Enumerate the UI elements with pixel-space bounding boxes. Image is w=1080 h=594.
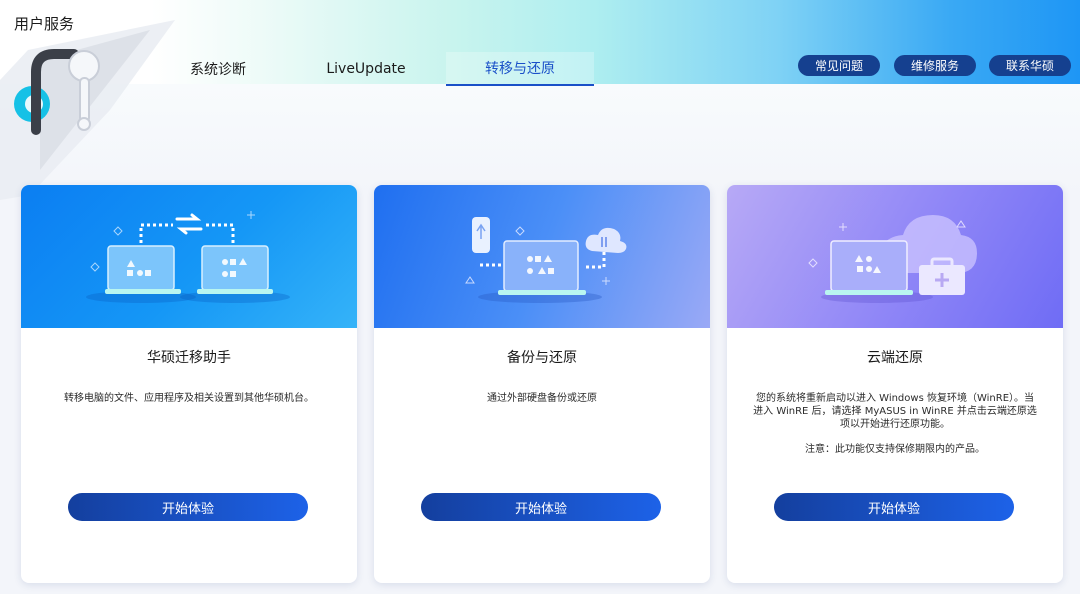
- tab-liveupdate[interactable]: LiveUpdate: [286, 52, 446, 86]
- card-title: 云端还原: [867, 350, 923, 366]
- card-description: 您的系统将重新启动以进入 Windows 恢复环境（WinRE）。当进入 Win…: [753, 393, 1037, 430]
- tab-transfer-restore[interactable]: 转移与还原: [446, 52, 594, 86]
- card-title: 备份与还原: [507, 350, 577, 366]
- start-migration-button[interactable]: 开始体验: [68, 493, 308, 521]
- start-backup-button[interactable]: 开始体验: [421, 493, 661, 521]
- card-migration-assistant: 华硕迁移助手 转移电脑的文件、应用程序及相关设置到其他华硕机台。 开始体验: [21, 185, 357, 583]
- card-banner: [374, 185, 710, 328]
- cloud-recovery-icon: [808, 215, 977, 303]
- card-cloud-recovery: 云端还原 您的系统将重新启动以进入 Windows 恢复环境（WinRE）。当进…: [727, 185, 1063, 583]
- repair-service-button[interactable]: 维修服务: [894, 55, 976, 76]
- contact-asus-button[interactable]: 联系华硕: [989, 55, 1071, 76]
- card-description: 转移电脑的文件、应用程序及相关设置到其他华硕机台。: [64, 393, 314, 404]
- card-banner: [727, 185, 1063, 328]
- card-note: 注意：此功能仅支持保修期限内的产品。: [805, 444, 985, 455]
- card-backup-restore: 备份与还原 通过外部硬盘备份或还原 开始体验: [374, 185, 710, 583]
- faq-button[interactable]: 常见问题: [798, 55, 880, 76]
- card-title: 华硕迁移助手: [147, 350, 231, 366]
- tab-bar: 系统诊断 LiveUpdate 转移与还原: [150, 52, 594, 86]
- backup-restore-icon: [465, 217, 627, 303]
- card-banner: [21, 185, 357, 328]
- card-description: 通过外部硬盘备份或还原: [487, 393, 597, 404]
- app-title: 用户服务: [14, 15, 75, 33]
- laptop-transfer-icon: [86, 211, 290, 303]
- service-logo-icon: [0, 20, 175, 200]
- start-cloud-recovery-button[interactable]: 开始体验: [774, 493, 1014, 521]
- tab-system-diagnosis[interactable]: 系统诊断: [150, 52, 286, 86]
